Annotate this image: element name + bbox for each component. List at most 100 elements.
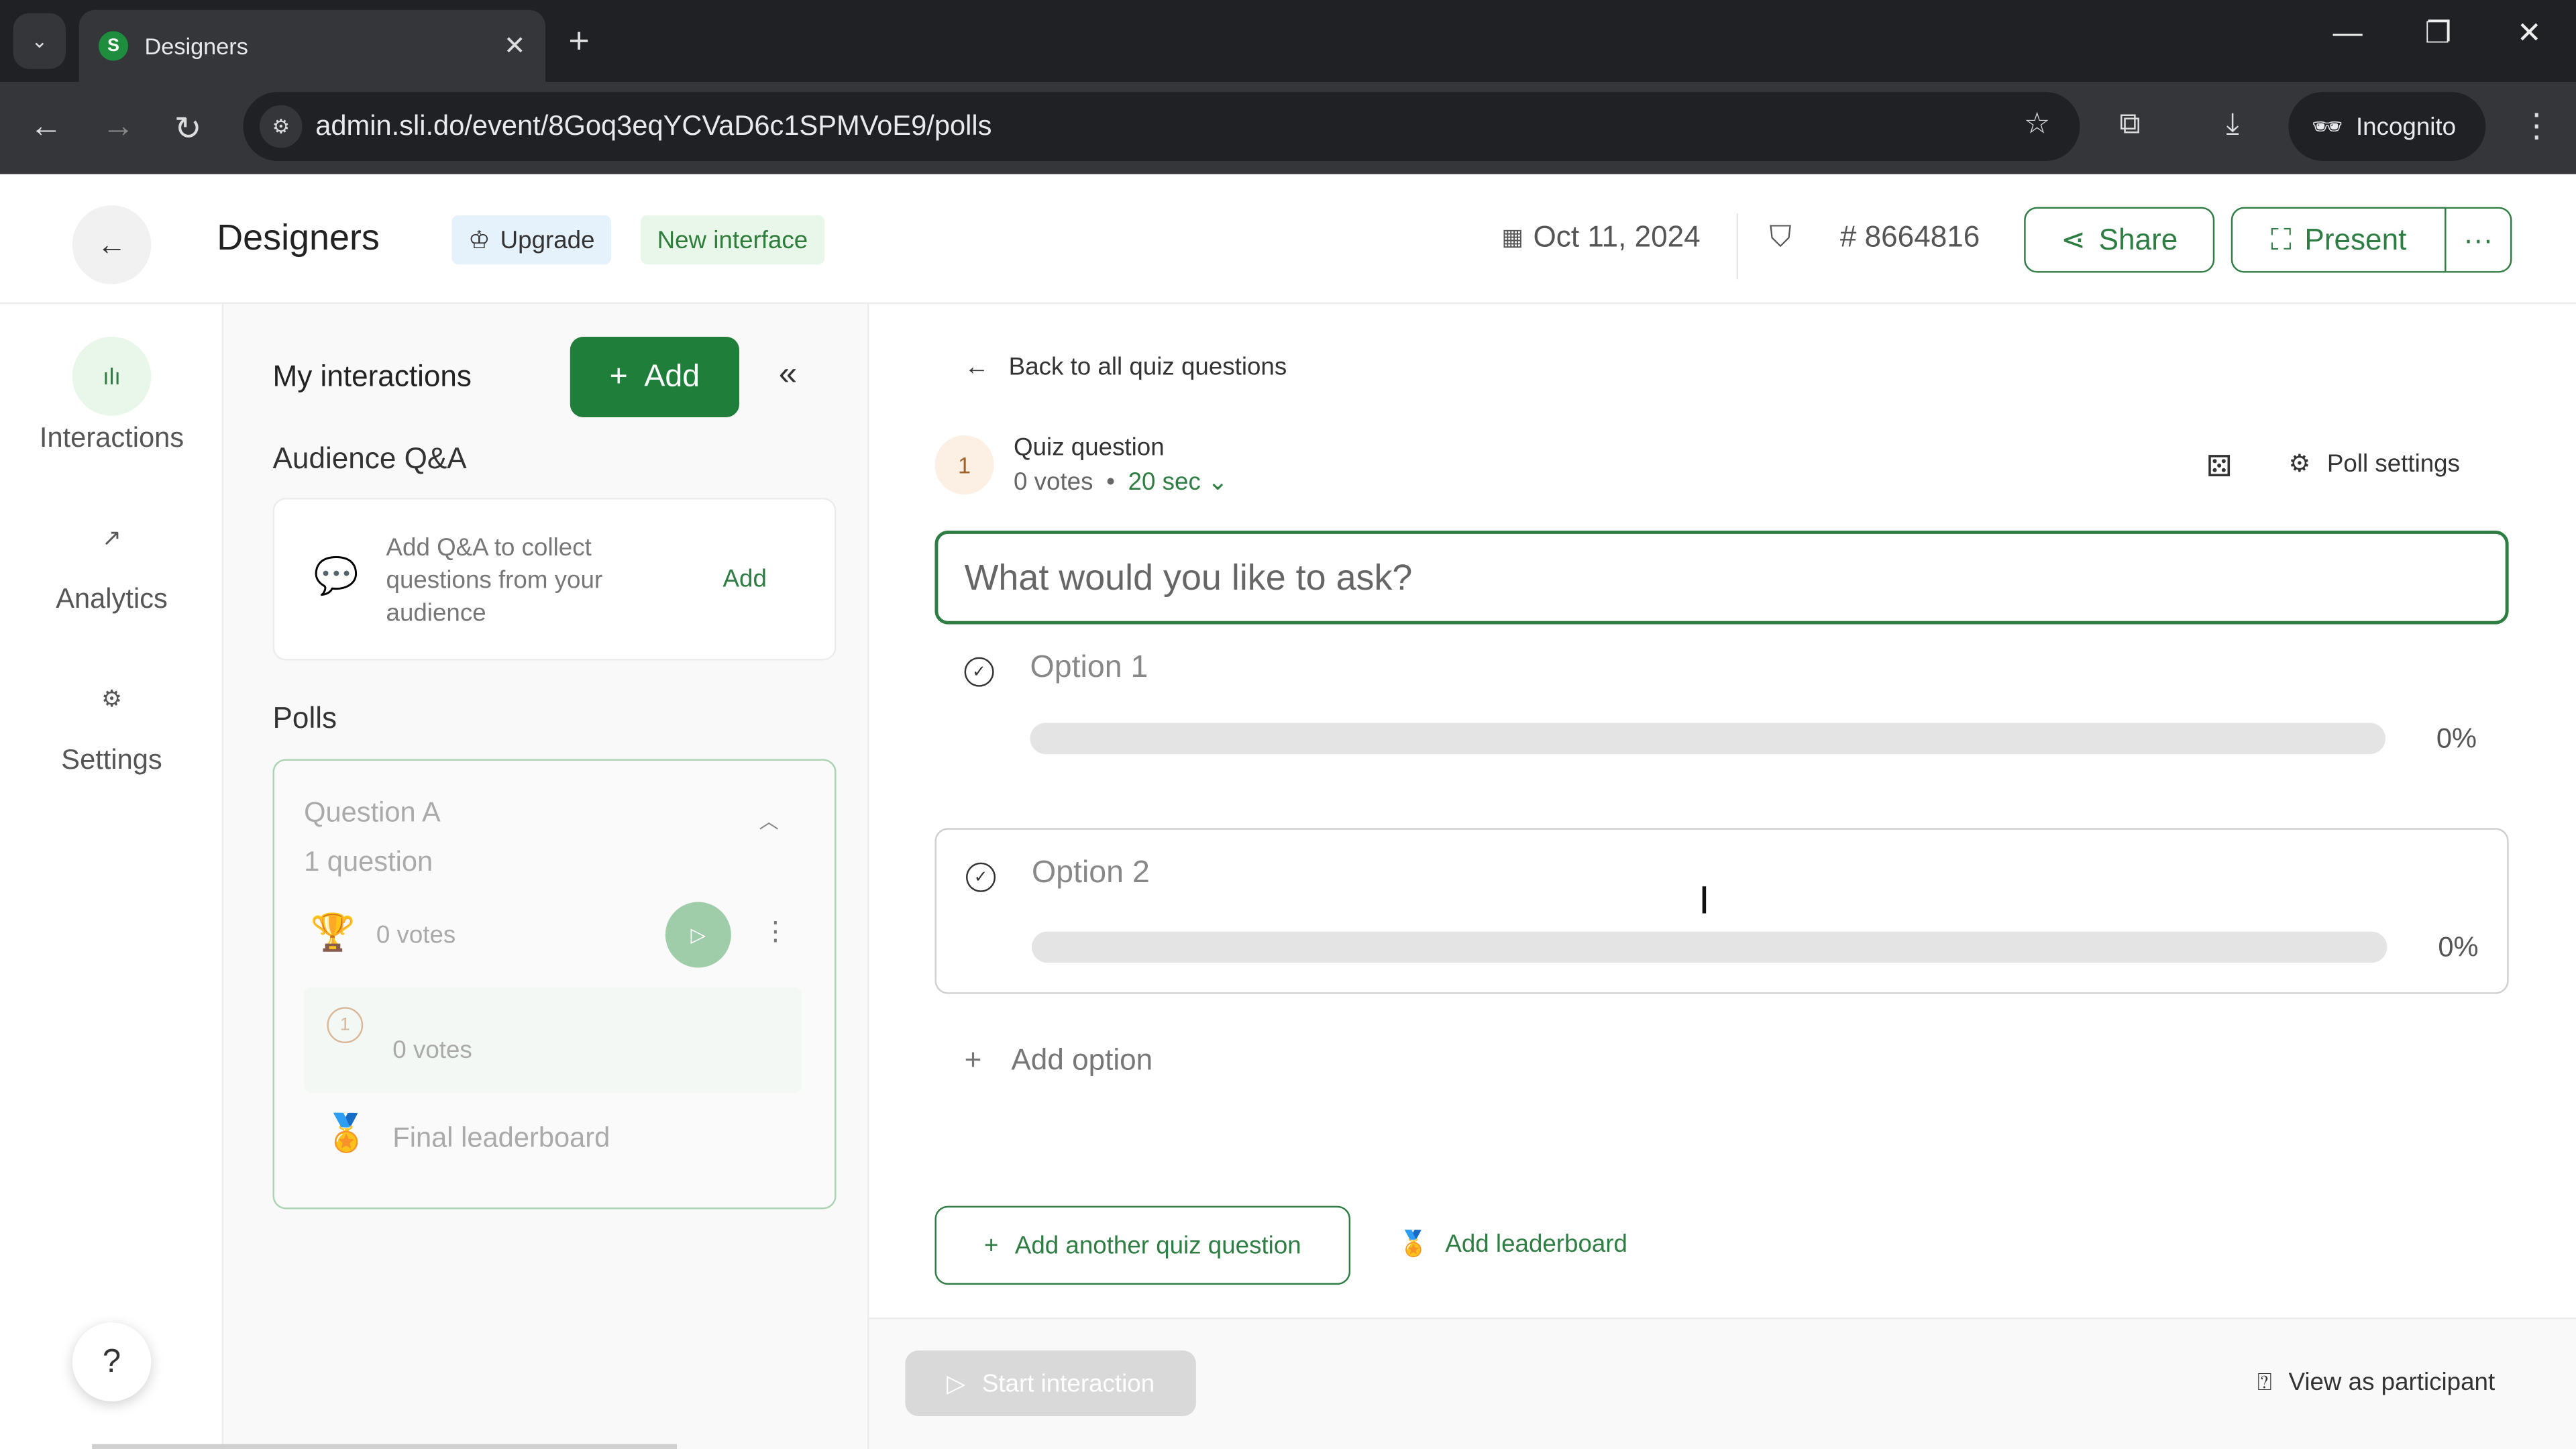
- plus-icon: +: [964, 1043, 982, 1077]
- play-icon: ▷: [947, 1370, 966, 1399]
- incognito-badge[interactable]: 🕶 Incognito: [2288, 92, 2486, 162]
- add-option-label: Add option: [1011, 1043, 1153, 1077]
- randomize-dice-icon[interactable]: ⚄: [2206, 450, 2232, 484]
- nav-settings[interactable]: ⚙ Settings: [0, 659, 223, 777]
- browser-toolbar: ← → ↻ ⚙ admin.sli.do/event/8Goq3eqYCVaD6…: [0, 82, 2576, 174]
- event-code[interactable]: # 8664816: [1840, 220, 1980, 254]
- question-number-badge: 1: [934, 435, 994, 495]
- new-interface-badge[interactable]: New interface: [641, 215, 824, 265]
- option-label[interactable]: Option 2: [1032, 856, 1150, 892]
- chevron-down-icon: ⌄: [1208, 468, 1228, 496]
- question-input[interactable]: [934, 531, 2509, 625]
- poll-settings-button[interactable]: ⚙ Poll settings: [2288, 449, 2459, 478]
- poll-question-row[interactable]: 1 0 votes: [304, 987, 802, 1093]
- option-percent: 0%: [2436, 722, 2477, 755]
- bookmark-star-icon[interactable]: ☆: [2024, 107, 2051, 141]
- poll-card[interactable]: Question A ︿ 1 question 🏆 0 votes ▷ ⋮ 1 …: [272, 759, 837, 1210]
- address-bar[interactable]: ⚙ admin.sli.do/event/8Goq3eqYCVaD6c1SPMV…: [243, 92, 2080, 162]
- add-label: Add: [644, 359, 700, 394]
- shield-icon[interactable]: ⛉: [1770, 220, 1792, 254]
- qa-card-text: Add Q&A to collect questions from your a…: [386, 533, 603, 628]
- incognito-label: Incognito: [2355, 112, 2457, 141]
- chat-bubbles-icon: 💬: [313, 555, 359, 596]
- reload-icon[interactable]: ↻: [174, 109, 202, 150]
- back-button[interactable]: ←: [72, 205, 152, 284]
- nav-interactions[interactable]: ılı Interactions: [0, 337, 223, 455]
- browser-tab[interactable]: S Designers ✕: [78, 9, 546, 83]
- new-tab-icon[interactable]: +: [568, 19, 589, 62]
- crown-icon: ♔: [468, 226, 490, 255]
- question-type: Quiz question: [1014, 433, 1165, 462]
- add-interaction-button[interactable]: + Add: [570, 337, 740, 418]
- correct-answer-check-icon[interactable]: ✓: [966, 862, 996, 892]
- polls-section-title: Polls: [272, 701, 337, 735]
- gear-icon: ⚙: [101, 684, 122, 711]
- gear-icon: ⚙: [2288, 450, 2311, 478]
- option-row[interactable]: ✓ Option 1 0%: [934, 641, 2508, 806]
- add-leaderboard-button[interactable]: 🏅 Add leaderboard: [1398, 1229, 1627, 1258]
- browser-menu-icon[interactable]: ⋮: [2520, 105, 2553, 146]
- nav-analytics-label: Analytics: [56, 583, 168, 614]
- qa-card: 💬 Add Q&A to collect questions from your…: [272, 498, 837, 661]
- start-poll-button[interactable]: ▷: [665, 902, 731, 968]
- add-option-button[interactable]: + Add option: [965, 1043, 1153, 1077]
- add-quiz-question-label: Add another quiz question: [1014, 1231, 1301, 1260]
- interactions-panel: My interactions + Add « Audience Q&A 💬 A…: [223, 304, 869, 1449]
- correct-answer-check-icon[interactable]: ✓: [964, 657, 994, 687]
- participant-icon: ⍰: [2257, 1368, 2273, 1397]
- start-interaction-button[interactable]: ▷ Start interaction: [905, 1350, 1196, 1417]
- back-icon[interactable]: ←: [30, 109, 62, 146]
- qa-section-title: Audience Q&A: [272, 441, 467, 475]
- arrow-left-icon: ←: [964, 353, 989, 382]
- question-votes: 0 votes: [392, 1036, 472, 1065]
- qa-add-link[interactable]: Add: [723, 565, 767, 593]
- add-quiz-question-button[interactable]: + Add another quiz question: [934, 1205, 1351, 1285]
- collapse-panel-icon[interactable]: «: [779, 356, 797, 394]
- site-info-icon[interactable]: ⚙: [259, 105, 303, 148]
- forward-icon[interactable]: →: [102, 109, 135, 146]
- poll-question-count: 1 question: [304, 846, 433, 877]
- duration-dropdown[interactable]: 20 sec ⌄: [1128, 467, 1228, 496]
- option-percent: 0%: [2438, 931, 2479, 963]
- help-button[interactable]: ?: [72, 1322, 152, 1401]
- view-as-participant-label: View as participant: [2288, 1368, 2496, 1397]
- poll-more-icon[interactable]: ⋮: [762, 915, 788, 948]
- question-number-badge: 1: [327, 1007, 364, 1044]
- url-text: admin.sli.do/event/8Goq3eqYCVaD6c1SPMVoE…: [315, 110, 992, 142]
- back-to-questions-link[interactable]: ← Back to all quiz questions: [965, 354, 1287, 382]
- nav-settings-label: Settings: [61, 744, 162, 775]
- horizontal-scrollbar[interactable]: [92, 1444, 677, 1449]
- tab-search-button[interactable]: ⌄: [13, 13, 66, 69]
- minimize-icon[interactable]: —: [2333, 16, 2363, 50]
- final-leaderboard[interactable]: Final leaderboard: [392, 1122, 610, 1155]
- close-window-icon[interactable]: ✕: [2517, 16, 2542, 50]
- calendar-icon: ▦: [1501, 223, 1523, 250]
- download-icon[interactable]: ⤓: [2226, 107, 2239, 141]
- divider: [1736, 213, 1739, 280]
- share-button[interactable]: ⋖ Share: [2024, 207, 2215, 273]
- close-tab-icon[interactable]: ✕: [504, 30, 526, 62]
- option-label[interactable]: Option 1: [1030, 651, 1148, 687]
- present-button[interactable]: ⛶ Present: [2231, 207, 2447, 273]
- view-as-participant-button[interactable]: ⍰ View as participant: [2257, 1368, 2495, 1397]
- screen: ⌄ S Designers ✕ + — ❐ ✕ ← → ↻ ⚙ admin.sl…: [0, 0, 2576, 1449]
- option-progress-bar: [1031, 931, 2387, 963]
- chevron-up-icon[interactable]: ︿: [759, 806, 778, 835]
- nav-analytics[interactable]: ↗ Analytics: [0, 498, 223, 616]
- question-votes: 0 votes: [1014, 467, 1093, 496]
- event-date[interactable]: ▦ Oct 11, 2024: [1501, 220, 1700, 254]
- present-more-button[interactable]: ···: [2446, 207, 2512, 273]
- extensions-icon[interactable]: ⧉: [2119, 107, 2140, 141]
- question-meta: 0 votes • 20 sec ⌄: [1014, 467, 1228, 496]
- upgrade-button[interactable]: ♔ Upgrade: [451, 215, 612, 265]
- slido-favicon-icon: S: [98, 31, 129, 61]
- option-row[interactable]: ✓ Option 2 0%: [934, 828, 2509, 994]
- medal-icon: 🏅: [323, 1112, 369, 1154]
- upgrade-label: Upgrade: [500, 225, 595, 254]
- restore-icon[interactable]: ❐: [2425, 16, 2452, 50]
- poll-settings-label: Poll settings: [2326, 449, 2460, 478]
- fullscreen-icon: ⛶: [2270, 222, 2292, 256]
- trend-up-icon: ↗: [102, 523, 121, 550]
- medal-icon: 🏅: [1398, 1230, 1429, 1258]
- plus-icon: +: [609, 359, 628, 394]
